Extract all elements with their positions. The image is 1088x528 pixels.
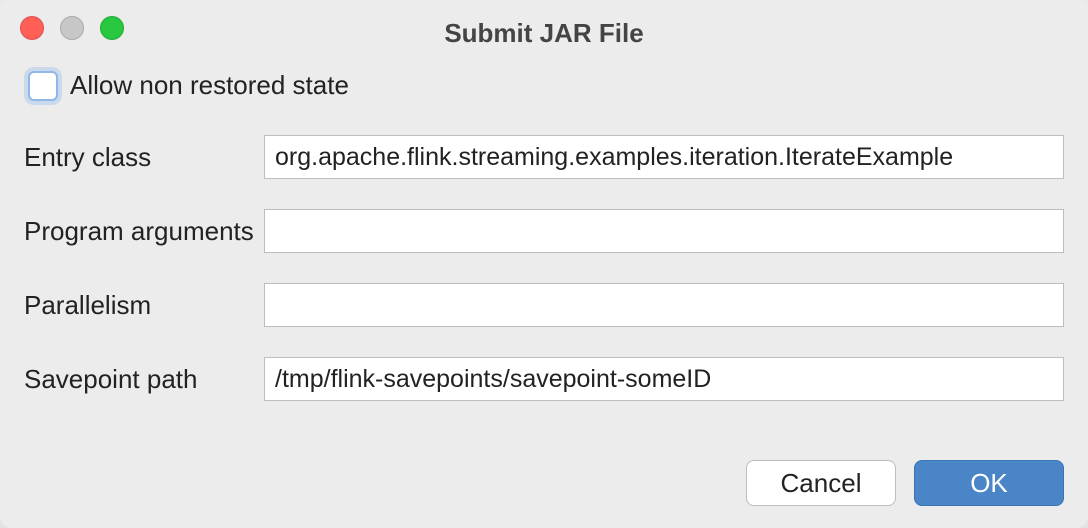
entry-class-label: Entry class xyxy=(24,142,264,173)
program-arguments-row: Program arguments xyxy=(24,209,1064,253)
program-arguments-label: Program arguments xyxy=(24,216,264,247)
entry-class-input[interactable] xyxy=(264,135,1064,179)
cancel-button[interactable]: Cancel xyxy=(746,460,896,506)
window-controls xyxy=(20,16,124,40)
savepoint-path-input[interactable] xyxy=(264,357,1064,401)
dialog-content: Allow non restored state Entry class Pro… xyxy=(0,48,1088,401)
parallelism-row: Parallelism xyxy=(24,283,1064,327)
window-title: Submit JAR File xyxy=(0,18,1088,49)
allow-non-restored-checkbox[interactable] xyxy=(28,71,58,101)
allow-non-restored-label: Allow non restored state xyxy=(70,70,349,101)
savepoint-path-row: Savepoint path xyxy=(24,357,1064,401)
dialog-buttons: Cancel OK xyxy=(746,460,1064,506)
titlebar: Submit JAR File xyxy=(0,0,1088,48)
dialog-window: Submit JAR File Allow non restored state… xyxy=(0,0,1088,528)
close-icon[interactable] xyxy=(20,16,44,40)
parallelism-label: Parallelism xyxy=(24,290,264,321)
entry-class-row: Entry class xyxy=(24,135,1064,179)
parallelism-input[interactable] xyxy=(264,283,1064,327)
zoom-icon[interactable] xyxy=(100,16,124,40)
minimize-icon[interactable] xyxy=(60,16,84,40)
ok-button[interactable]: OK xyxy=(914,460,1064,506)
allow-non-restored-row: Allow non restored state xyxy=(28,70,1064,101)
savepoint-path-label: Savepoint path xyxy=(24,364,264,395)
program-arguments-input[interactable] xyxy=(264,209,1064,253)
